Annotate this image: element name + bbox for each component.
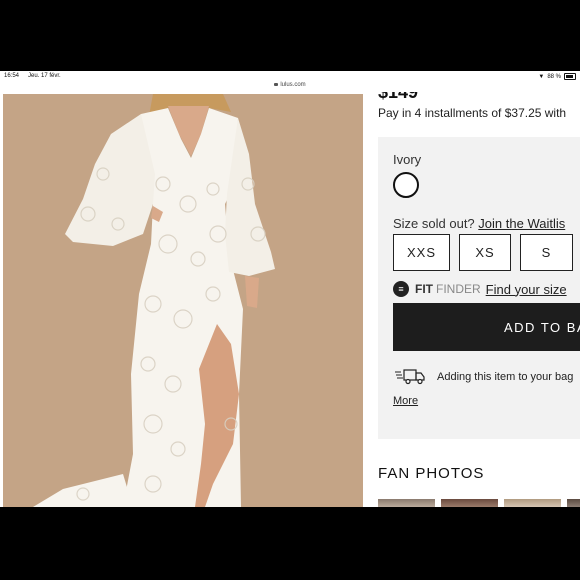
status-bar: 16:54 Jeu. 17 févr. ▼ 88 % xyxy=(0,71,580,82)
fit-finder-row: ≡ FIT FINDER Find your size xyxy=(393,281,567,297)
size-button-xs[interactable]: XS xyxy=(459,234,511,271)
status-date: Jeu. 17 févr. xyxy=(28,73,61,79)
shipping-truck-icon xyxy=(395,369,425,385)
status-right: ▼ 88 % xyxy=(538,73,576,80)
waitlist-link[interactable]: Join the Waitlis xyxy=(478,216,565,231)
shipping-text: Adding this item to your bag xyxy=(437,370,574,383)
fit-finder-brand-light: FINDER xyxy=(436,282,481,296)
fan-photo-thumbnail[interactable] xyxy=(504,499,561,507)
tablet-screen: 16:54 Jeu. 17 févr. ▼ 88 % lulus.com $14… xyxy=(0,71,580,507)
add-to-bag-button[interactable]: ADD TO BA xyxy=(393,303,580,351)
fan-photo-thumbnail[interactable] xyxy=(567,499,580,507)
find-your-size-link[interactable]: Find your size xyxy=(486,282,567,297)
color-swatch-ivory[interactable] xyxy=(393,172,419,198)
product-details-panel: $149 Pay in 4 installments of $37.25 wit… xyxy=(363,92,580,507)
status-time: 16:54 xyxy=(4,73,20,79)
fit-finder-brand-bold: FIT xyxy=(415,282,433,296)
fit-finder-icon: ≡ xyxy=(393,281,409,297)
size-sold-out-message: Size sold out? Join the Waitlis xyxy=(393,216,565,231)
fan-photo-thumbnail[interactable] xyxy=(378,499,435,507)
shipping-info-row: Adding this item to your bag xyxy=(395,368,573,385)
size-message-text: Size sold out? xyxy=(393,216,475,231)
installments-text: Pay in 4 installments of $37.25 with xyxy=(378,106,567,120)
fan-photo-thumbnail[interactable] xyxy=(441,499,498,507)
address-bar[interactable]: lulus.com xyxy=(0,82,580,92)
url-text: lulus.com xyxy=(280,82,306,88)
color-name: Ivory xyxy=(393,152,422,167)
battery-icon xyxy=(564,73,576,80)
size-button-s[interactable]: S xyxy=(520,234,573,271)
lock-icon xyxy=(274,82,279,86)
product-options-card: Ivory Size sold out? Join the Waitlis XX… xyxy=(378,137,580,439)
wifi-icon: ▼ xyxy=(538,73,545,80)
lace-dress-image xyxy=(3,94,363,507)
product-price: $149 xyxy=(378,92,419,102)
battery-level: 88 % xyxy=(547,73,561,80)
size-button-xxs[interactable]: XXS xyxy=(393,234,450,271)
fan-photos-heading: FAN PHOTOS xyxy=(378,465,485,482)
product-photo[interactable] xyxy=(3,94,363,507)
more-link[interactable]: More xyxy=(393,395,418,407)
